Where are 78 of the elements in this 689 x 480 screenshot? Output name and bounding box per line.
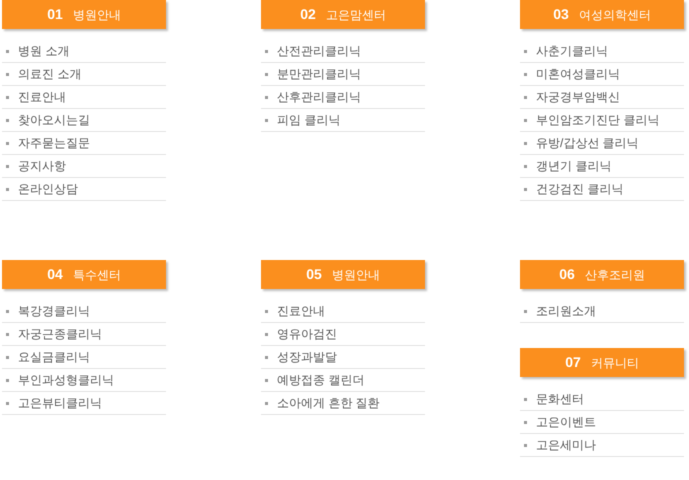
bullet-icon xyxy=(265,72,268,76)
bullet-icon xyxy=(524,96,527,98)
section-number: 05 xyxy=(306,265,322,284)
bullet-icon xyxy=(265,50,268,52)
menu-link[interactable]: 온라인상담 xyxy=(2,178,166,201)
menu-link[interactable]: 공지사항 xyxy=(2,155,166,178)
bullet-icon xyxy=(6,142,9,144)
bullet-icon xyxy=(265,310,268,312)
menu-link[interactable]: 유방/갑상선 클리닉 xyxy=(520,132,684,155)
section-title: 병원안내 xyxy=(72,6,121,24)
menu-link[interactable]: 소아에게 흔한 질환 xyxy=(261,392,425,415)
section-number: 04 xyxy=(47,265,63,284)
bullet-icon xyxy=(265,96,268,98)
bullet-icon xyxy=(265,378,268,382)
bullet-icon xyxy=(6,164,9,168)
bullet-icon xyxy=(265,356,268,358)
bullet-icon xyxy=(6,378,9,382)
menu-link[interactable]: 고은이벤트 xyxy=(520,411,684,434)
menu-link[interactable]: 자궁경부암백신 xyxy=(520,86,684,109)
bullet-icon xyxy=(6,356,9,358)
bullet-icon xyxy=(265,118,268,122)
bullet-icon xyxy=(6,72,9,76)
bullet-icon xyxy=(524,164,527,168)
bullet-icon xyxy=(524,310,527,312)
menu-link[interactable]: 진료안내 xyxy=(261,300,425,323)
menu-link[interactable]: 의료진 소개 xyxy=(2,63,166,86)
section-number: 01 xyxy=(47,5,63,24)
menu-link[interactable]: 건강검진 클리닉 xyxy=(520,178,684,201)
menu-link[interactable]: 자궁근종클리닉 xyxy=(2,323,166,346)
bullet-icon xyxy=(524,444,527,446)
menu-link[interactable]: 산전관리클리닉 xyxy=(261,40,425,63)
bullet-icon xyxy=(6,402,9,404)
bullet-icon xyxy=(265,402,268,404)
bullet-icon xyxy=(524,118,527,122)
section-title: 병원안내 xyxy=(332,266,380,284)
bullet-icon xyxy=(6,188,9,190)
menu-link[interactable]: 미혼여성클리닉 xyxy=(520,63,684,86)
section-title: 특수센터 xyxy=(72,266,121,284)
menu-link[interactable]: 영유아검진 xyxy=(261,323,425,346)
bullet-icon xyxy=(524,50,527,52)
section-number: 07 xyxy=(565,353,581,372)
menu-link[interactable]: 조리원소개 xyxy=(520,300,684,323)
section-title: 고은맘센터 xyxy=(326,6,386,24)
section-title: 커뮤니티 xyxy=(590,354,639,372)
menu-link[interactable]: 예방접종 캘린더 xyxy=(261,369,425,392)
bullet-icon xyxy=(524,420,527,424)
bullet-icon xyxy=(6,332,9,336)
section-number: 06 xyxy=(559,265,575,284)
menu-link[interactable]: 자주묻는질문 xyxy=(2,132,166,155)
menu-link[interactable]: 성장과발달 xyxy=(261,346,425,369)
menu-link[interactable]: 병원 소개 xyxy=(2,40,166,63)
section-title: 여성의학센터 xyxy=(578,6,651,24)
menu-link[interactable]: 문화센터 xyxy=(520,388,684,411)
bullet-icon xyxy=(6,118,9,122)
menu-link[interactable]: 고은세미나 xyxy=(520,434,684,457)
menu-link[interactable]: 부인과성형클리닉 xyxy=(2,369,166,392)
menu-link[interactable]: 갱년기 클리닉 xyxy=(520,155,684,178)
menu-link[interactable]: 분만관리클리닉 xyxy=(261,63,425,86)
menu-link[interactable]: 사춘기클리닉 xyxy=(520,40,684,63)
menu-link[interactable]: 고은뷰티클리닉 xyxy=(2,392,166,415)
menu-link[interactable]: 산후관리클리닉 xyxy=(261,86,425,109)
menu-link[interactable]: 진료안내 xyxy=(2,86,166,109)
bullet-icon xyxy=(524,142,527,144)
section-title: 산후조리원 xyxy=(584,266,645,284)
bullet-icon xyxy=(265,332,268,336)
menu-link[interactable]: 피임 클리닉 xyxy=(261,109,425,132)
menu-link[interactable]: 요실금클리닉 xyxy=(2,346,166,369)
section-number: 02 xyxy=(300,5,316,24)
menu-link[interactable]: 찾아오시는길 xyxy=(2,109,166,132)
bullet-icon xyxy=(6,50,9,52)
bullet-icon xyxy=(6,310,9,312)
menu-link[interactable]: 부인암조기진단 클리닉 xyxy=(520,109,684,132)
bullet-icon xyxy=(524,188,527,190)
menu-link[interactable]: 복강경클리닉 xyxy=(2,300,166,323)
bullet-icon xyxy=(6,96,9,98)
section-number: 03 xyxy=(553,5,569,24)
bullet-icon xyxy=(524,72,527,76)
bullet-icon xyxy=(524,398,527,400)
